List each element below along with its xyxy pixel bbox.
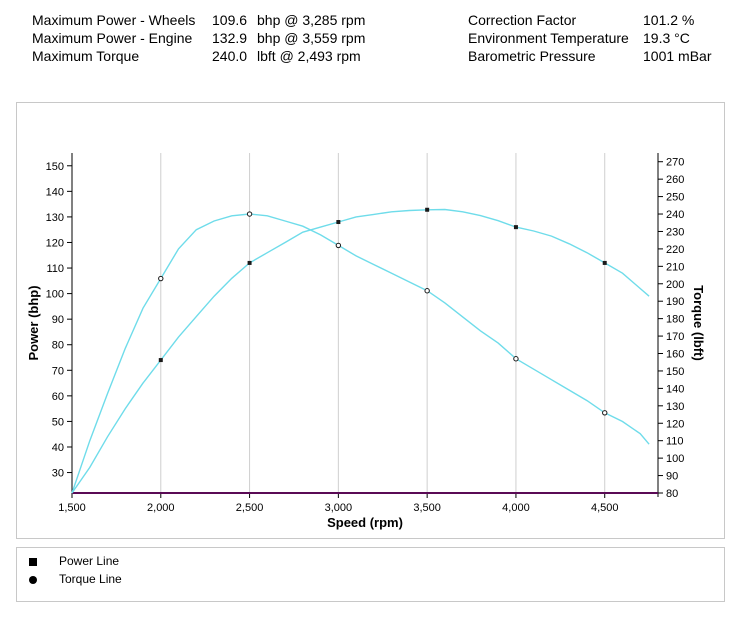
x-tick-label: 2,500	[236, 502, 264, 514]
y2-tick-label: 190	[666, 296, 684, 308]
stat-value: 19.3 °C	[643, 30, 690, 46]
power-marker	[336, 220, 341, 225]
x-tick-label: 4,500	[591, 502, 619, 514]
y-tick-label: 100	[46, 289, 64, 301]
x-tick-label: 3,000	[325, 502, 353, 514]
stat-value: 109.6	[212, 12, 248, 28]
y-axis-label: Power (bhp)	[26, 285, 41, 360]
stat-unit: bhp @ 3,559 rpm	[257, 30, 366, 46]
stat-label: Barometric Pressure	[468, 48, 596, 64]
y2-tick-label: 220	[666, 244, 684, 256]
x-axis-label: Speed (rpm)	[327, 515, 403, 530]
y2-tick-label: 150	[666, 366, 684, 378]
environment-stats: Correction Factor 101.2 % Environment Temp…	[468, 11, 728, 65]
legend-panel: Power Line Torque Line	[16, 547, 725, 602]
y2-tick-label: 130	[666, 401, 684, 413]
stat-row: Barometric Pressure 1001 mBar	[468, 47, 728, 65]
power-marker	[602, 260, 607, 265]
y2-tick-label: 200	[666, 279, 684, 291]
torque-line	[71, 213, 650, 494]
power-line	[71, 208, 650, 494]
y2-tick-label: 240	[666, 209, 684, 221]
y2-tick-label: 120	[666, 418, 684, 430]
y2-tick-label: 140	[666, 383, 684, 395]
y-tick-label: 140	[46, 186, 64, 198]
dyno-chart: 30 40 50 60 70 80 90 100 110 120 130 140 150 80 90 100 1…	[26, 153, 706, 530]
legend-torque-label: Torque Line	[59, 572, 122, 586]
torque-marker	[158, 275, 164, 282]
y2-tick-label: 270	[666, 157, 684, 169]
y2-tick-label: 260	[666, 174, 684, 186]
y2-tick-label: 80	[666, 488, 678, 500]
x-tick-label: 1,500	[58, 502, 86, 514]
y-tick-label: 80	[52, 340, 64, 352]
power-marker	[513, 225, 518, 230]
y-tick-label: 110	[46, 263, 64, 275]
y2-tick-label: 250	[666, 192, 684, 204]
engine-stats: Maximum Power - Wheels 109.6 bhp @ 3,285 r…	[32, 11, 432, 65]
y-tick-label: 90	[52, 314, 64, 326]
stat-row: Maximum Torque 240.0 lbft @ 2,493 rpm	[32, 47, 432, 65]
power-marker	[158, 358, 163, 363]
torque-marker	[424, 288, 430, 294]
stat-unit: lbft @ 2,493 rpm	[257, 48, 361, 64]
y2-tick-label: 100	[666, 453, 684, 465]
x-tick-label: 3,500	[413, 502, 441, 514]
y2-tick-label: 230	[666, 226, 684, 238]
y-tick-label: 60	[52, 391, 64, 403]
stat-value: 1001 mBar	[643, 48, 712, 64]
stat-row: Maximum Power - Wheels 109.6 bhp @ 3,285 r…	[32, 11, 432, 29]
stat-row: Maximum Power - Engine 132.9 bhp @ 3,559 r…	[32, 29, 432, 47]
y-tick-label: 70	[52, 365, 64, 377]
stat-value: 132.9	[212, 30, 248, 46]
y-tick-label: 130	[46, 212, 64, 224]
y-tick-label: 40	[52, 442, 64, 454]
stat-label: Maximum Power - Engine	[32, 30, 193, 46]
y-tick-label: 30	[52, 468, 64, 480]
stat-unit: bhp @ 3,285 rpm	[257, 12, 366, 28]
stat-value: 101.2 %	[643, 12, 695, 28]
power-marker	[425, 207, 430, 212]
y2-axis-label: Torque (lbft)	[691, 285, 706, 361]
stat-label: Maximum Power - Wheels	[32, 12, 196, 28]
y-tick-label: 150	[46, 161, 64, 173]
stat-label: Environment Temperature	[468, 30, 629, 46]
legend-power-label: Power Line	[59, 554, 120, 568]
chart-panel: 30 40 50 60 70 80 90 100 110 120 130 140 150 80 90 100 1…	[16, 102, 725, 539]
stat-label: Maximum Torque	[32, 48, 140, 64]
y2-tick-label: 180	[666, 314, 684, 326]
torque-marker	[335, 242, 342, 249]
y-tick-label: 50	[52, 416, 64, 428]
stat-label: Correction Factor	[468, 12, 577, 28]
circle-marker-icon	[29, 576, 37, 584]
power-marker	[247, 260, 252, 265]
y2-tick-label: 90	[666, 471, 678, 483]
y2-tick-label: 210	[666, 261, 684, 273]
square-marker-icon	[29, 558, 37, 566]
torque-marker	[602, 410, 608, 416]
stat-row: Correction Factor 101.2 %	[468, 11, 728, 29]
x-tick-label: 4,000	[502, 502, 530, 514]
stat-value: 240.0	[212, 48, 248, 64]
stat-row: Environment Temperature 19.3 °C	[468, 29, 728, 47]
torque-marker	[513, 356, 519, 362]
torque-marker	[246, 211, 253, 217]
y2-tick-label: 170	[666, 331, 684, 343]
x-tick-label: 2,000	[147, 502, 175, 514]
y-tick-label: 120	[46, 237, 64, 249]
y2-tick-label: 160	[666, 349, 684, 361]
y2-tick-label: 110	[666, 436, 684, 448]
